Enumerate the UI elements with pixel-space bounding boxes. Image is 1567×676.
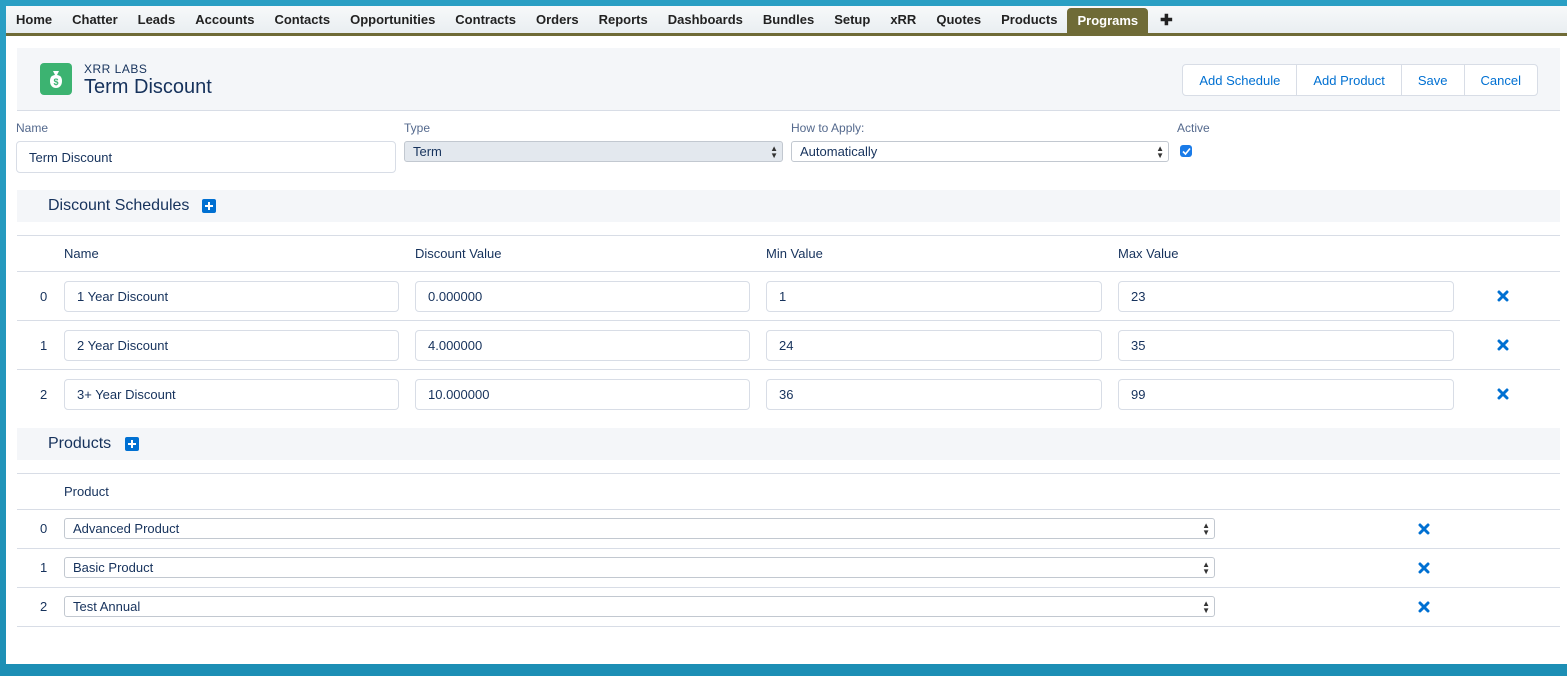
save-button[interactable]: Save — [1400, 65, 1464, 95]
tab-home[interactable]: Home — [6, 6, 62, 33]
products-section: Products — [17, 428, 1560, 460]
select-arrows-icon: ▲ ▼ — [1202, 598, 1210, 615]
active-checkbox[interactable] — [1180, 145, 1192, 157]
divider — [17, 271, 1560, 272]
col-name: Name — [64, 246, 99, 261]
how-to-apply-select[interactable]: Automatically ▲ ▼ — [791, 141, 1169, 162]
delete-row-icon[interactable] — [1495, 386, 1511, 402]
tab-leads[interactable]: Leads — [128, 6, 186, 33]
tab-bundles[interactable]: Bundles — [753, 6, 824, 33]
max-value-input[interactable]: 99 — [1118, 379, 1454, 410]
select-arrows-icon: ▲ ▼ — [1202, 520, 1210, 537]
row-index: 2 — [40, 387, 48, 402]
how-to-apply-label: How to Apply: — [791, 121, 865, 135]
tab-reports[interactable]: Reports — [589, 6, 658, 33]
checkmark-icon — [1181, 147, 1191, 155]
tab-dashboards[interactable]: Dashboards — [658, 6, 753, 33]
add-product-button[interactable]: Add Product — [1296, 65, 1401, 95]
products-title: Products — [48, 435, 112, 452]
schedule-name-input[interactable]: 1 Year Discount — [64, 281, 399, 312]
product-select[interactable]: Advanced Product ▲ ▼ — [64, 518, 1215, 539]
delete-row-icon[interactable] — [1495, 337, 1511, 353]
add-product-plus-icon[interactable] — [125, 437, 139, 451]
discount-schedules-section: Discount Schedules — [17, 190, 1560, 222]
header-eyebrow: XRR LABS — [84, 62, 148, 76]
divider — [17, 473, 1560, 474]
select-arrows-icon: ▲ ▼ — [770, 143, 778, 160]
row-index: 0 — [40, 521, 48, 536]
divider — [17, 626, 1560, 627]
col-product: Product — [64, 484, 109, 499]
tab-quotes[interactable]: Quotes — [926, 6, 991, 33]
delete-row-icon[interactable] — [1416, 599, 1432, 615]
delete-row-icon[interactable] — [1416, 521, 1432, 537]
discount-value-input[interactable]: 10.000000 — [415, 379, 750, 410]
tab-accounts[interactable]: Accounts — [185, 6, 264, 33]
divider — [17, 235, 1560, 236]
schedule-name-input[interactable]: 2 Year Discount — [64, 330, 399, 361]
divider — [17, 548, 1560, 549]
tab-bar: Home Chatter Leads Accounts Contacts Opp… — [6, 6, 1567, 36]
col-discount-value: Discount Value — [415, 246, 502, 261]
row-index: 0 — [40, 289, 48, 304]
select-arrows-icon: ▲ ▼ — [1156, 143, 1164, 160]
product-select-value: Advanced Product — [73, 521, 180, 536]
min-value-input[interactable]: 1 — [766, 281, 1102, 312]
divider — [17, 369, 1560, 370]
discount-value-input[interactable]: 4.000000 — [415, 330, 750, 361]
product-select-value: Basic Product — [73, 560, 154, 575]
col-max-value: Max Value — [1118, 246, 1179, 261]
tab-orders[interactable]: Orders — [526, 6, 589, 33]
type-select-value: Term — [413, 144, 442, 159]
tab-opportunities[interactable]: Opportunities — [340, 6, 445, 33]
divider — [17, 509, 1560, 510]
tab-contracts[interactable]: Contracts — [445, 6, 526, 33]
add-schedule-button[interactable]: Add Schedule — [1183, 65, 1296, 95]
select-arrows-icon: ▲ ▼ — [1202, 559, 1210, 576]
tab-products[interactable]: Products — [991, 6, 1067, 33]
schedule-name-input[interactable]: 3+ Year Discount — [64, 379, 399, 410]
page-title: Term Discount — [84, 76, 212, 98]
cancel-button[interactable]: Cancel — [1463, 65, 1537, 95]
delete-row-icon[interactable] — [1495, 288, 1511, 304]
header-button-group: Add Schedule Add Product Save Cancel — [1182, 64, 1538, 96]
money-bag-icon: $ — [40, 63, 72, 95]
tab-contacts[interactable]: Contacts — [264, 6, 340, 33]
name-field[interactable]: Term Discount — [16, 141, 396, 173]
add-schedule-plus-icon[interactable] — [202, 199, 216, 213]
max-value-input[interactable]: 23 — [1118, 281, 1454, 312]
min-value-input[interactable]: 24 — [766, 330, 1102, 361]
col-min-value: Min Value — [766, 246, 823, 261]
product-select-value: Test Annual — [73, 599, 141, 614]
discount-schedules-title: Discount Schedules — [48, 197, 190, 214]
main-page: $ XRR LABS Term Discount Add Schedule Ad… — [6, 36, 1567, 664]
row-index: 1 — [40, 560, 48, 575]
discount-value-input[interactable]: 0.000000 — [415, 281, 750, 312]
how-to-apply-value: Automatically — [800, 144, 878, 159]
tab-xrr[interactable]: xRR — [880, 6, 926, 33]
plus-icon[interactable]: ✚ — [1148, 6, 1185, 33]
type-label: Type — [404, 121, 431, 135]
type-select[interactable]: Term ▲ ▼ — [404, 141, 783, 162]
row-index: 1 — [40, 338, 48, 353]
svg-text:$: $ — [53, 77, 58, 87]
product-select[interactable]: Basic Product ▲ ▼ — [64, 557, 1215, 578]
max-value-input[interactable]: 35 — [1118, 330, 1454, 361]
divider — [17, 587, 1560, 588]
row-index: 2 — [40, 599, 48, 614]
tab-setup[interactable]: Setup — [824, 6, 880, 33]
product-select[interactable]: Test Annual ▲ ▼ — [64, 596, 1215, 617]
tab-chatter[interactable]: Chatter — [62, 6, 128, 33]
name-label: Name — [16, 121, 49, 135]
min-value-input[interactable]: 36 — [766, 379, 1102, 410]
delete-row-icon[interactable] — [1416, 560, 1432, 576]
active-label: Active — [1177, 121, 1210, 135]
page-header: $ XRR LABS Term Discount Add Schedule Ad… — [17, 48, 1560, 111]
tab-programs[interactable]: Programs — [1067, 8, 1149, 33]
divider — [17, 320, 1560, 321]
